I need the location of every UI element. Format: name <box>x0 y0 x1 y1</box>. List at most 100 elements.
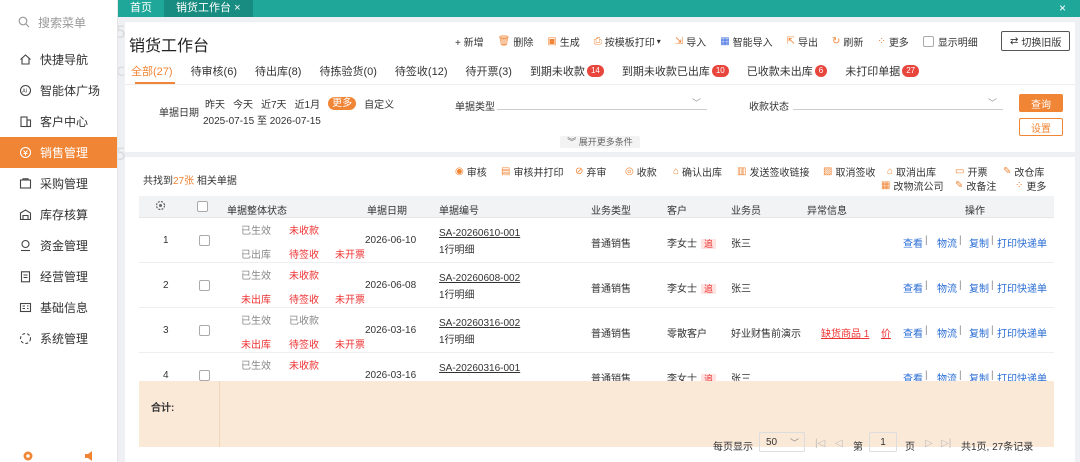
new-button[interactable]: + 新增 <box>455 34 484 49</box>
tab-pending-invoice[interactable]: 待开票(3) <box>465 63 511 79</box>
sidebar-item-purchase[interactable]: 采购管理 <box>0 168 117 199</box>
expand-conditions-button[interactable]: ︾ 展开更多条件 <box>560 136 640 148</box>
speaker-icon[interactable] <box>84 450 96 462</box>
last-page-icon[interactable]: ▷| <box>941 438 951 449</box>
cancel-sign-button[interactable]: ▧ 取消签收 <box>823 164 875 179</box>
column-header[interactable]: 异常信息 <box>807 202 847 217</box>
copy-link[interactable]: 复制 <box>969 235 989 250</box>
copy-link[interactable]: 复制 <box>969 325 989 340</box>
logistics-link[interactable]: 物流 <box>937 235 957 250</box>
column-header[interactable]: 单据日期 <box>367 202 407 217</box>
date-option-yesterday[interactable]: 昨天 <box>205 96 225 111</box>
tab-unprinted[interactable]: 未打印单据 27 <box>845 63 920 79</box>
table-row[interactable]: 3 已生效 已收款 未出库 待签收 未开票 2026-03-16 SA-2026… <box>139 308 1054 353</box>
switch-old-version-button[interactable]: ⇄ 切换旧版 <box>1001 31 1071 51</box>
logistics-link[interactable]: 物流 <box>937 280 957 295</box>
import-button[interactable]: ⇲ 导入 <box>675 34 706 49</box>
sidebar-item-system[interactable]: 系统管理 <box>0 323 117 354</box>
sidebar-item-inventory[interactable]: 库存核算 <box>0 199 117 230</box>
tab-overdue-unpaid[interactable]: 到期未收款 14 <box>530 63 604 79</box>
row-checkbox[interactable] <box>199 325 210 336</box>
audit-button[interactable]: ◉ 审核 <box>455 164 487 179</box>
date-option-1month[interactable]: 近1月 <box>295 96 321 111</box>
tab-paid-not-shipped[interactable]: 已收款未出库 6 <box>747 63 828 79</box>
column-header[interactable]: 操作 <box>965 202 985 217</box>
doc-code-link[interactable]: SA-20260608-002 <box>439 273 520 284</box>
print-template-button[interactable]: ⎙ 按模板打印 ▾ <box>594 34 661 49</box>
settings-button[interactable]: 设置 <box>1019 118 1063 136</box>
show-detail-toggle[interactable]: 显示明细 <box>922 34 978 49</box>
column-header[interactable]: 单据整体状态 <box>227 202 287 217</box>
next-page-icon[interactable]: ▷ <box>925 438 933 449</box>
tab-pending-audit[interactable]: 待审核(6) <box>191 63 237 79</box>
gear-icon[interactable] <box>22 450 34 462</box>
logistics-link[interactable]: 物流 <box>937 325 957 340</box>
row-checkbox[interactable] <box>199 370 210 381</box>
date-option-custom[interactable]: 自定义 <box>364 96 394 111</box>
send-sign-link-button[interactable]: ▥ 发送签收链接 <box>737 164 809 179</box>
print-express-link[interactable]: 打印快递单 <box>997 235 1047 250</box>
cancel-outbound-button[interactable]: ⌂ 取消出库 <box>887 164 936 179</box>
smart-import-button[interactable]: ▦ 智能导入 <box>720 34 772 49</box>
sidebar-item-quick-nav[interactable]: 快捷导航 <box>0 44 117 75</box>
invoice-button[interactable]: ▭ 开票 <box>955 164 987 179</box>
sidebar-item-sales[interactable]: 销售管理 <box>0 137 117 168</box>
doc-code-link[interactable]: SA-20260610-001 <box>439 228 520 239</box>
date-option-7days[interactable]: 近7天 <box>261 96 287 111</box>
delete-button[interactable]: 🗑 删除 <box>498 34 534 49</box>
receive-button[interactable]: ◎ 收款 <box>625 164 657 179</box>
close-icon[interactable]: × <box>234 2 240 14</box>
column-header[interactable]: 单据编号 <box>439 202 479 217</box>
prev-page-icon[interactable]: ◁ <box>835 438 843 449</box>
sidebar-item-agent-plaza[interactable]: AI 智能体广场 <box>0 75 117 106</box>
sidebar-item-funds[interactable]: 资金管理 <box>0 230 117 261</box>
doc-code-link[interactable]: SA-20260316-001 <box>439 363 520 374</box>
tab-overdue-unpaid-shipped[interactable]: 到期未收款已出库 10 <box>622 63 729 79</box>
change-warehouse-button[interactable]: ✎ 改仓库 <box>1003 164 1044 179</box>
column-settings-icon[interactable] <box>155 200 166 214</box>
row-checkbox[interactable] <box>199 235 210 246</box>
view-link[interactable]: 查看 <box>903 235 923 250</box>
row-checkbox[interactable] <box>199 280 210 291</box>
query-button[interactable]: 查询 <box>1019 94 1063 112</box>
follow-tag[interactable]: 追 <box>701 284 717 294</box>
tab-sales-workbench[interactable]: 销货工作台 × <box>164 0 253 17</box>
tab-pending-sign[interactable]: 待签收(12) <box>395 63 448 79</box>
select-all-checkbox[interactable] <box>197 201 208 212</box>
view-link[interactable]: 查看 <box>903 280 923 295</box>
doc-code-link[interactable]: SA-20260316-002 <box>439 318 520 329</box>
column-header[interactable]: 业务员 <box>731 202 761 217</box>
print-express-link[interactable]: 打印快递单 <box>997 325 1047 340</box>
print-express-link[interactable]: 打印快递单 <box>997 280 1047 295</box>
column-header[interactable]: 业务类型 <box>591 202 631 217</box>
more-actions-button[interactable]: ⁘ 更多 <box>1015 178 1046 193</box>
abandon-audit-button[interactable]: ⊘ 弃审 <box>575 164 606 179</box>
tab-home[interactable]: 首页 <box>118 0 164 17</box>
per-page-select[interactable]: 50 ﹀ <box>759 432 805 452</box>
close-icon[interactable]: × <box>1059 1 1066 15</box>
audit-print-button[interactable]: ▤ 审核并打印 <box>501 164 563 179</box>
tab-all[interactable]: 全部(27) <box>131 63 173 79</box>
change-logistics-button[interactable]: ▦ 改物流公司 <box>881 178 943 193</box>
date-range[interactable]: 2025-07-15 至 2026-07-15 <box>203 112 321 127</box>
page-number-input[interactable]: 1 <box>869 432 897 452</box>
exception-link[interactable]: 价 <box>881 325 891 340</box>
date-option-today[interactable]: 今天 <box>233 96 253 111</box>
change-remark-button[interactable]: ✎ 改备注 <box>955 178 996 193</box>
column-header[interactable]: 客户 <box>667 202 687 217</box>
doc-type-select[interactable]: ﹀ <box>497 94 707 110</box>
view-link[interactable]: 查看 <box>903 325 923 340</box>
table-row[interactable]: 1 已生效 未收款 已出库 待签收 未开票 2026-06-10 SA-2026… <box>139 218 1054 263</box>
copy-link[interactable]: 复制 <box>969 280 989 295</box>
sidebar-item-basic-info[interactable]: 基础信息 <box>0 292 117 323</box>
sidebar-item-operations[interactable]: 经营管理 <box>0 261 117 292</box>
show-detail-checkbox[interactable] <box>922 36 934 47</box>
follow-tag[interactable]: 追 <box>701 239 717 249</box>
more-button[interactable]: ⁘ 更多 <box>877 34 908 49</box>
sidebar-item-customer-center[interactable]: 客户中心 <box>0 106 117 137</box>
confirm-outbound-button[interactable]: ⌂ 确认出库 <box>673 164 722 179</box>
search-input[interactable]: 搜索菜单 <box>0 0 117 44</box>
generate-button[interactable]: ▣ 生成 <box>547 34 579 49</box>
export-button[interactable]: ⇱ 导出 <box>787 34 818 49</box>
tab-pending-pick[interactable]: 待拣验货(0) <box>319 63 376 79</box>
